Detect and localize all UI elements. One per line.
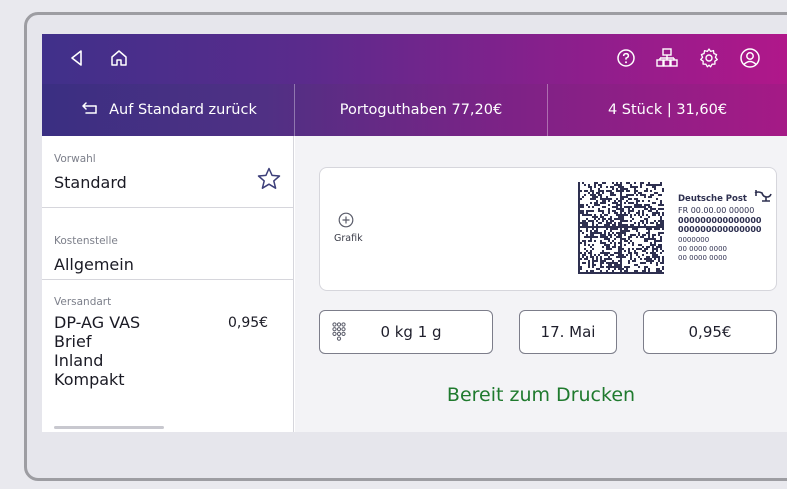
shipping-type-item[interactable]: Versandart DP-AG VAS Brief Inland Kompak… (42, 280, 294, 432)
favorite-star-icon[interactable] (256, 166, 282, 196)
code-line-5: 00 0000 0000 (678, 254, 727, 262)
postage-balance-label: Portoguthaben 77,20€ (339, 102, 503, 118)
preset-label: Vorwahl (54, 153, 96, 165)
piece-count[interactable]: 4 Stück | 31,60€ (548, 84, 787, 136)
account-icon[interactable] (735, 43, 765, 73)
brand-name: Deutsche Post (678, 194, 748, 204)
status-message: Bereit zum Drucken (446, 384, 636, 406)
preset-item[interactable]: Vorwahl Standard (42, 136, 294, 208)
cost-center-item[interactable]: Kostenstelle Allgemein (42, 208, 294, 280)
date-field[interactable]: 17. Mai (519, 310, 617, 354)
shipping-line-3: Inland (54, 351, 104, 370)
preset-value: Standard (54, 173, 127, 192)
add-graphic-label: Grafik (334, 233, 363, 244)
settings-icon[interactable] (694, 43, 724, 73)
piece-count-label: 4 Stück | 31,60€ (607, 102, 728, 118)
code-line-3: 0000000 (678, 236, 710, 244)
add-graphic-button[interactable]: Grafik (334, 212, 374, 244)
stamp-preview-card: Grafik Deutsche Post FR 00.00.00 00000 0… (319, 167, 777, 291)
home-icon[interactable] (104, 43, 134, 73)
undo-arrow-icon (79, 102, 99, 118)
cost-center-label: Kostenstelle (54, 235, 118, 247)
date-value: 17. Mai (540, 323, 596, 341)
keypad-icon (332, 322, 346, 346)
plus-circle-icon (338, 212, 374, 232)
next-item-peek (54, 426, 164, 429)
postage-field[interactable]: 0,95€ (643, 310, 777, 354)
code-line-4: 00 0000 0000 (678, 245, 727, 253)
top-nav-bar (42, 34, 787, 84)
code-line-1: 000000000000000 (678, 216, 762, 225)
shipping-type-label: Versandart (54, 296, 112, 308)
cost-center-value: Allgemein (54, 255, 134, 274)
weight-value: 0 kg 1 g (380, 323, 442, 341)
help-icon[interactable] (611, 43, 641, 73)
postage-value: 0,95€ (688, 323, 732, 341)
reset-standard-button[interactable]: Auf Standard zurück (42, 84, 295, 136)
post-horn-logo-icon (754, 188, 772, 207)
shipping-price: 0,95€ (228, 315, 269, 331)
back-triangle-icon[interactable] (62, 43, 92, 73)
shipping-line-2: Brief (54, 332, 92, 351)
weight-field[interactable]: 0 kg 1 g (319, 310, 493, 354)
main-panel: Grafik Deutsche Post FR 00.00.00 00000 0… (295, 136, 787, 432)
network-icon[interactable] (652, 43, 682, 73)
postage-balance[interactable]: Portoguthaben 77,20€ (295, 84, 548, 136)
datamatrix-code (578, 182, 664, 274)
shipping-line-4: Kompakt (54, 370, 125, 389)
country-line: FR 00.00.00 00000 (678, 206, 755, 215)
status-bar: Auf Standard zurück Portoguthaben 77,20€… (42, 84, 787, 136)
reset-standard-label: Auf Standard zurück (109, 102, 257, 118)
settings-sidebar: Vorwahl Standard Kostenstelle Allgemein … (42, 136, 294, 432)
app-screen: Auf Standard zurück Portoguthaben 77,20€… (42, 34, 787, 432)
code-line-2: 000000000000000 (678, 225, 762, 234)
shipping-line-1: DP-AG VAS (54, 313, 141, 332)
